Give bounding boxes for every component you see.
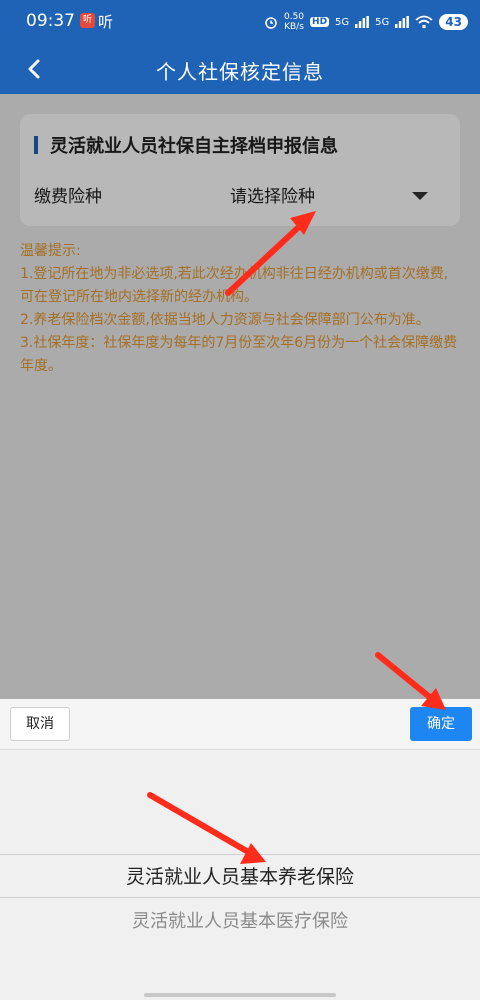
modal-overlay[interactable] [0,94,480,699]
home-indicator [144,993,336,997]
system-icons: 0.50 KB/s HD 5G 5G 43 [264,10,468,34]
signal-2-label: 5G [375,16,390,28]
network-speed: 0.50 KB/s [284,12,304,32]
signal-bars-icon-2 [395,16,410,28]
page-title: 个人社保核定信息 [156,60,324,84]
signal-bars-icon [355,16,370,28]
network-speed-unit: KB/s [284,22,304,32]
signal-1-label: 5G [335,16,350,28]
notification-text: 听 [98,13,114,31]
picker-sheet: 取消 确定 灵活就业人员基本养老保险 灵活就业人员基本医疗保险 [0,699,480,1000]
status-time: 09:37 [26,11,75,31]
confirm-button[interactable]: 确定 [410,707,472,741]
picker-option-pension[interactable]: 灵活就业人员基本养老保险 [0,862,480,889]
wifi-icon [415,15,433,29]
alarm-icon [265,17,277,29]
cancel-button[interactable]: 取消 [10,707,70,741]
title-bar: 个人社保核定信息 [0,44,480,94]
network-speed-value: 0.50 [283,12,305,22]
hd-badge: HD [310,17,330,27]
picker-toolbar: 取消 确定 [0,699,480,750]
battery-indicator: 43 [439,14,468,30]
status-bar: 09:37 听 听 0.50 KB/s HD 5G 5G 43 [0,0,480,44]
notification-app-icon: 听 [80,13,95,28]
picker-option-medical[interactable]: 灵活就业人员基本医疗保险 [0,907,480,933]
